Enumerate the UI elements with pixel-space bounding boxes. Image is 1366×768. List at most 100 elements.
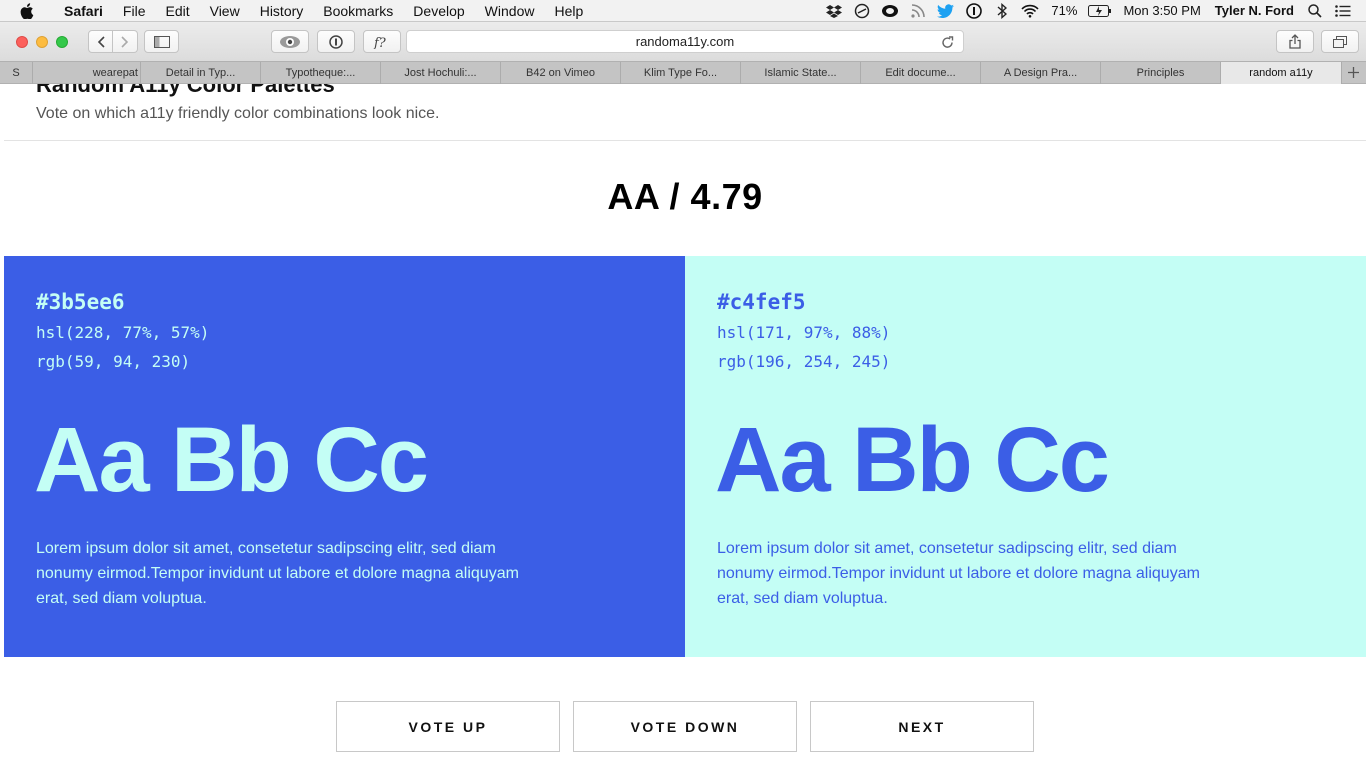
sample-paragraph: Lorem ipsum dolor sit amet, consetetur s… bbox=[717, 540, 1200, 607]
window-controls bbox=[16, 35, 68, 48]
sync-icon[interactable] bbox=[851, 0, 873, 22]
user-name[interactable]: Tyler N. Ford bbox=[1208, 0, 1301, 22]
swatch-rgb: rgb(59, 94, 230) bbox=[36, 352, 191, 371]
tab-label: B42 on Vimeo bbox=[526, 67, 595, 79]
tab[interactable]: Klim Type Fo... bbox=[621, 62, 741, 84]
tab-bar: S wearepat Detail in Typ... Typotheque:.… bbox=[0, 61, 1366, 84]
menu-develop[interactable]: Develop bbox=[403, 0, 474, 22]
clock[interactable]: Mon 3:50 PM bbox=[1116, 0, 1207, 22]
close-window-button[interactable] bbox=[16, 35, 28, 48]
show-tabs-button[interactable] bbox=[1321, 30, 1359, 53]
tab-active[interactable]: random a11y bbox=[1221, 62, 1342, 84]
sidebar-toggle-button[interactable] bbox=[144, 30, 179, 53]
extension-eye-button[interactable] bbox=[271, 30, 309, 53]
contrast-score: AA / 4.79 bbox=[607, 176, 763, 217]
tab[interactable]: Edit docume... bbox=[861, 62, 981, 84]
rss-icon[interactable] bbox=[907, 0, 929, 22]
tab-label: Edit docume... bbox=[885, 67, 956, 79]
tab-label: S bbox=[12, 67, 20, 79]
swatch-hex: #3b5ee6 bbox=[36, 290, 125, 314]
minimize-window-button[interactable] bbox=[36, 35, 48, 48]
tab-label: Detail in Typ... bbox=[165, 67, 236, 79]
creative-cloud-icon[interactable] bbox=[879, 0, 901, 22]
menu-view[interactable]: View bbox=[200, 0, 250, 22]
swatch-aqua: #c4fef5 hsl(171, 97%, 88%) rgb(196, 254,… bbox=[685, 256, 1366, 657]
plus-icon bbox=[1347, 67, 1359, 78]
font-question-icon: f? bbox=[373, 36, 387, 49]
1password-icon[interactable] bbox=[963, 0, 985, 22]
menu-window[interactable]: Window bbox=[475, 0, 545, 22]
tab[interactable]: Detail in Typ... bbox=[141, 62, 261, 84]
battery-charging-icon[interactable] bbox=[1087, 0, 1113, 22]
new-tab-button[interactable] bbox=[1342, 62, 1364, 83]
vote-up-button[interactable]: VOTE UP bbox=[336, 701, 560, 752]
address-bar[interactable]: randoma11y.com bbox=[406, 30, 964, 53]
url-text: randoma11y.com bbox=[635, 34, 735, 49]
swatch-hex: #c4fef5 bbox=[717, 290, 806, 314]
tab[interactable]: Islamic State... bbox=[741, 62, 861, 84]
menu-bookmarks[interactable]: Bookmarks bbox=[313, 0, 403, 22]
battery-percent: 71% bbox=[1051, 3, 1078, 18]
swatch-rgb: rgb(196, 254, 245) bbox=[717, 352, 891, 371]
vote-down-button[interactable]: VOTE DOWN bbox=[573, 701, 797, 752]
site-header: Random A11y Color Palettes Vote on which… bbox=[4, 84, 1366, 141]
zoom-window-button[interactable] bbox=[56, 35, 68, 48]
menu-file[interactable]: File bbox=[113, 0, 156, 22]
site-tagline: Vote on which a11y friendly color combin… bbox=[36, 105, 440, 122]
tab[interactable]: Jost Hochuli:... bbox=[381, 62, 501, 84]
menu-edit[interactable]: Edit bbox=[155, 0, 199, 22]
chevron-right-icon bbox=[121, 35, 129, 48]
tab-label: wearepat bbox=[92, 67, 138, 79]
browser-toolbar: f? randoma11y.com bbox=[0, 22, 1366, 61]
share-button[interactable] bbox=[1276, 30, 1314, 53]
sidebar-icon bbox=[153, 35, 170, 48]
twitter-icon[interactable] bbox=[935, 0, 957, 22]
menu-history[interactable]: History bbox=[250, 0, 314, 22]
back-button[interactable] bbox=[88, 30, 113, 53]
tab[interactable]: wearepat bbox=[33, 62, 141, 84]
swatch-blue: #3b5ee6 hsl(228, 77%, 57%) rgb(59, 94, 2… bbox=[4, 256, 685, 657]
next-button[interactable]: NEXT bbox=[810, 701, 1034, 752]
svg-text:f?: f? bbox=[373, 36, 387, 49]
spotlight-search-icon[interactable] bbox=[1304, 0, 1326, 22]
menu-help[interactable]: Help bbox=[544, 0, 593, 22]
vote-actions: VOTE UP VOTE DOWN NEXT bbox=[4, 701, 1366, 752]
swatch-hsl: hsl(171, 97%, 88%) bbox=[717, 323, 891, 342]
swatch-hsl: hsl(228, 77%, 57%) bbox=[36, 323, 210, 342]
chevron-left-icon bbox=[97, 35, 105, 48]
notification-center-icon[interactable] bbox=[1332, 0, 1354, 22]
tab-label: Islamic State... bbox=[764, 67, 837, 79]
tab-label: Jost Hochuli:... bbox=[404, 67, 477, 79]
1password-extension-button[interactable] bbox=[317, 30, 355, 53]
wifi-icon[interactable] bbox=[1019, 0, 1041, 22]
tab[interactable]: S bbox=[0, 62, 33, 84]
status-area: 71% Mon 3:50 PM Tyler N. Ford bbox=[820, 0, 1366, 22]
type-specimen: Aa Bb Cc bbox=[715, 409, 1110, 511]
font-extension-button[interactable]: f? bbox=[363, 30, 401, 53]
site-title[interactable]: Random A11y Color Palettes bbox=[36, 84, 335, 98]
eye-icon bbox=[280, 35, 300, 48]
tab[interactable]: Typotheque:... bbox=[261, 62, 381, 84]
tab[interactable]: Principles bbox=[1101, 62, 1221, 84]
forward-button[interactable] bbox=[113, 30, 138, 53]
web-page: Random A11y Color Palettes Vote on which… bbox=[4, 84, 1366, 768]
navigation-buttons bbox=[88, 30, 138, 53]
tabs-overview-icon bbox=[1333, 35, 1347, 48]
tab[interactable]: B42 on Vimeo bbox=[501, 62, 621, 84]
type-specimen: Aa Bb Cc bbox=[34, 409, 429, 511]
tab-label: random a11y bbox=[1249, 67, 1313, 79]
tab-label: A Design Pra... bbox=[1003, 67, 1078, 79]
reload-icon[interactable] bbox=[939, 34, 955, 50]
menu-bar: Safari File Edit View History Bookmarks … bbox=[0, 0, 1366, 22]
apple-menu-icon[interactable] bbox=[18, 2, 36, 20]
sample-paragraph: Lorem ipsum dolor sit amet, consetetur s… bbox=[36, 540, 519, 607]
tab[interactable]: A Design Pra... bbox=[981, 62, 1101, 84]
tab-label: Typotheque:... bbox=[285, 67, 356, 79]
tab-label: Principles bbox=[1136, 67, 1185, 79]
bluetooth-icon[interactable] bbox=[991, 0, 1013, 22]
1password-icon bbox=[329, 34, 343, 49]
dropbox-icon[interactable] bbox=[823, 0, 845, 22]
tab-label: Klim Type Fo... bbox=[643, 67, 718, 79]
share-icon bbox=[1289, 34, 1301, 49]
menu-app-name[interactable]: Safari bbox=[54, 0, 113, 22]
